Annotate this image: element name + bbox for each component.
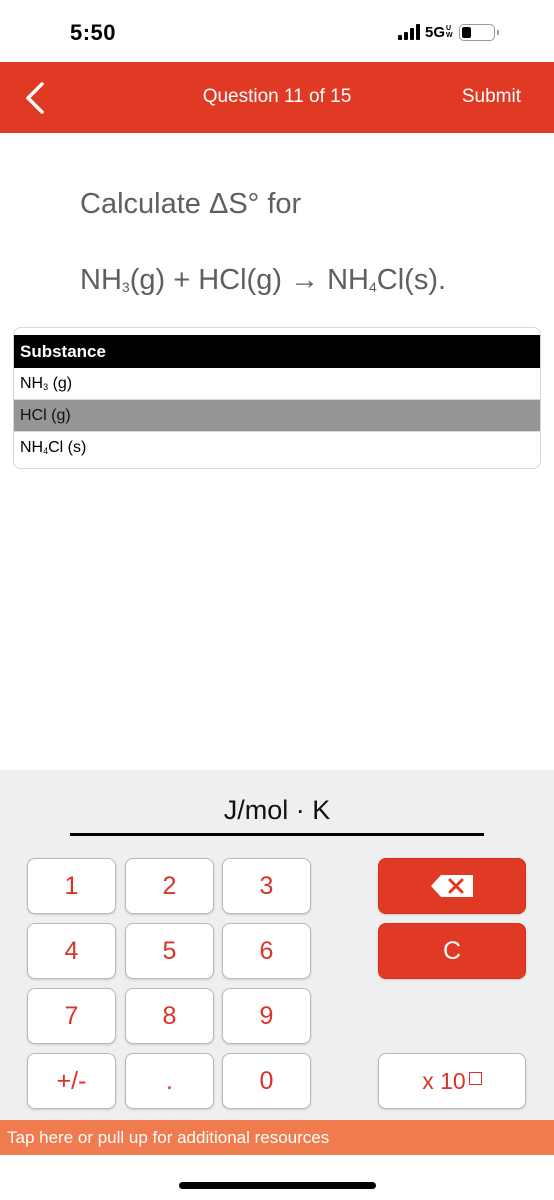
key-7[interactable]: 7 [27, 988, 116, 1044]
plus-sign: + [173, 264, 191, 296]
row-state: (g) [48, 375, 73, 392]
key-9[interactable]: 9 [222, 988, 311, 1044]
network-badge-top: U [446, 25, 452, 32]
signal-icon [398, 24, 420, 40]
key-4[interactable]: 4 [27, 923, 116, 979]
product-subscript: 4 [369, 279, 377, 295]
battery-nub [496, 29, 499, 35]
submit-button[interactable]: Submit [462, 86, 521, 108]
key-8[interactable]: 8 [125, 988, 214, 1044]
exponent-placeholder-icon [468, 1071, 482, 1085]
key-0[interactable]: 0 [222, 1053, 311, 1109]
table-row[interactable]: NH3 (g) [14, 368, 540, 400]
row-formula: NH [20, 375, 44, 392]
reactant1-state: (g) [129, 264, 166, 296]
row-state: Cl (s) [48, 439, 87, 456]
row-state: (g) [46, 407, 71, 424]
product: NH [327, 264, 369, 296]
key-decimal[interactable]: . [125, 1053, 214, 1109]
answer-unit: J/mol · K [223, 795, 331, 825]
network-indicator: 5G U W [425, 24, 453, 41]
home-indicator[interactable] [179, 1182, 376, 1189]
status-icons: 5G U W [398, 22, 499, 42]
question-prompt: Calculate ΔS° for [80, 188, 302, 220]
table-header: Substance [14, 335, 540, 368]
reactant1: NH [80, 264, 122, 296]
reactant2: HCl(g) [198, 264, 282, 296]
key-1[interactable]: 1 [27, 858, 116, 914]
answer-input-line[interactable] [70, 833, 484, 836]
additional-resources-bar[interactable]: Tap here or pull up for additional resou… [0, 1120, 554, 1155]
key-plus-minus[interactable]: +/- [27, 1053, 116, 1109]
reaction-equation: NH3(g) + HCl(g) → NH4Cl(s). [80, 264, 446, 297]
app-header: Question 11 of 15 Submit [0, 62, 554, 133]
battery-icon [458, 23, 499, 41]
exponent-button[interactable]: x 10 [378, 1053, 526, 1109]
table-row[interactable]: HCl (g) [14, 400, 540, 432]
table-row[interactable]: NH4Cl (s) [14, 432, 540, 464]
status-time: 5:50 [70, 20, 117, 45]
reaction-arrow: → [290, 264, 320, 296]
exponent-label: x 10 [422, 1067, 466, 1094]
row-formula: HCl [20, 407, 47, 424]
key-2[interactable]: 2 [125, 858, 214, 914]
network-label: 5G [425, 23, 446, 41]
product-rest: Cl(s). [376, 264, 447, 296]
network-badge-bottom: W [446, 32, 453, 39]
reactant1-subscript: 3 [121, 279, 130, 295]
network-badge: U W [446, 25, 453, 39]
key-6[interactable]: 6 [222, 923, 311, 979]
key-5[interactable]: 5 [125, 923, 214, 979]
backspace-icon [431, 875, 473, 897]
row-formula: NH [20, 439, 44, 456]
key-3[interactable]: 3 [222, 858, 311, 914]
status-bar: 5:50 5G U W [0, 0, 554, 62]
clear-button[interactable]: C [378, 923, 526, 979]
backspace-button[interactable] [378, 858, 526, 914]
answer-keypad-panel: J/mol · K 1 2 3 4 5 6 7 8 9 +/- . 0 C x … [0, 770, 554, 1120]
battery-level [461, 26, 471, 38]
substance-table: Substance NH3 (g) HCl (g) NH4Cl (s) [13, 327, 541, 469]
